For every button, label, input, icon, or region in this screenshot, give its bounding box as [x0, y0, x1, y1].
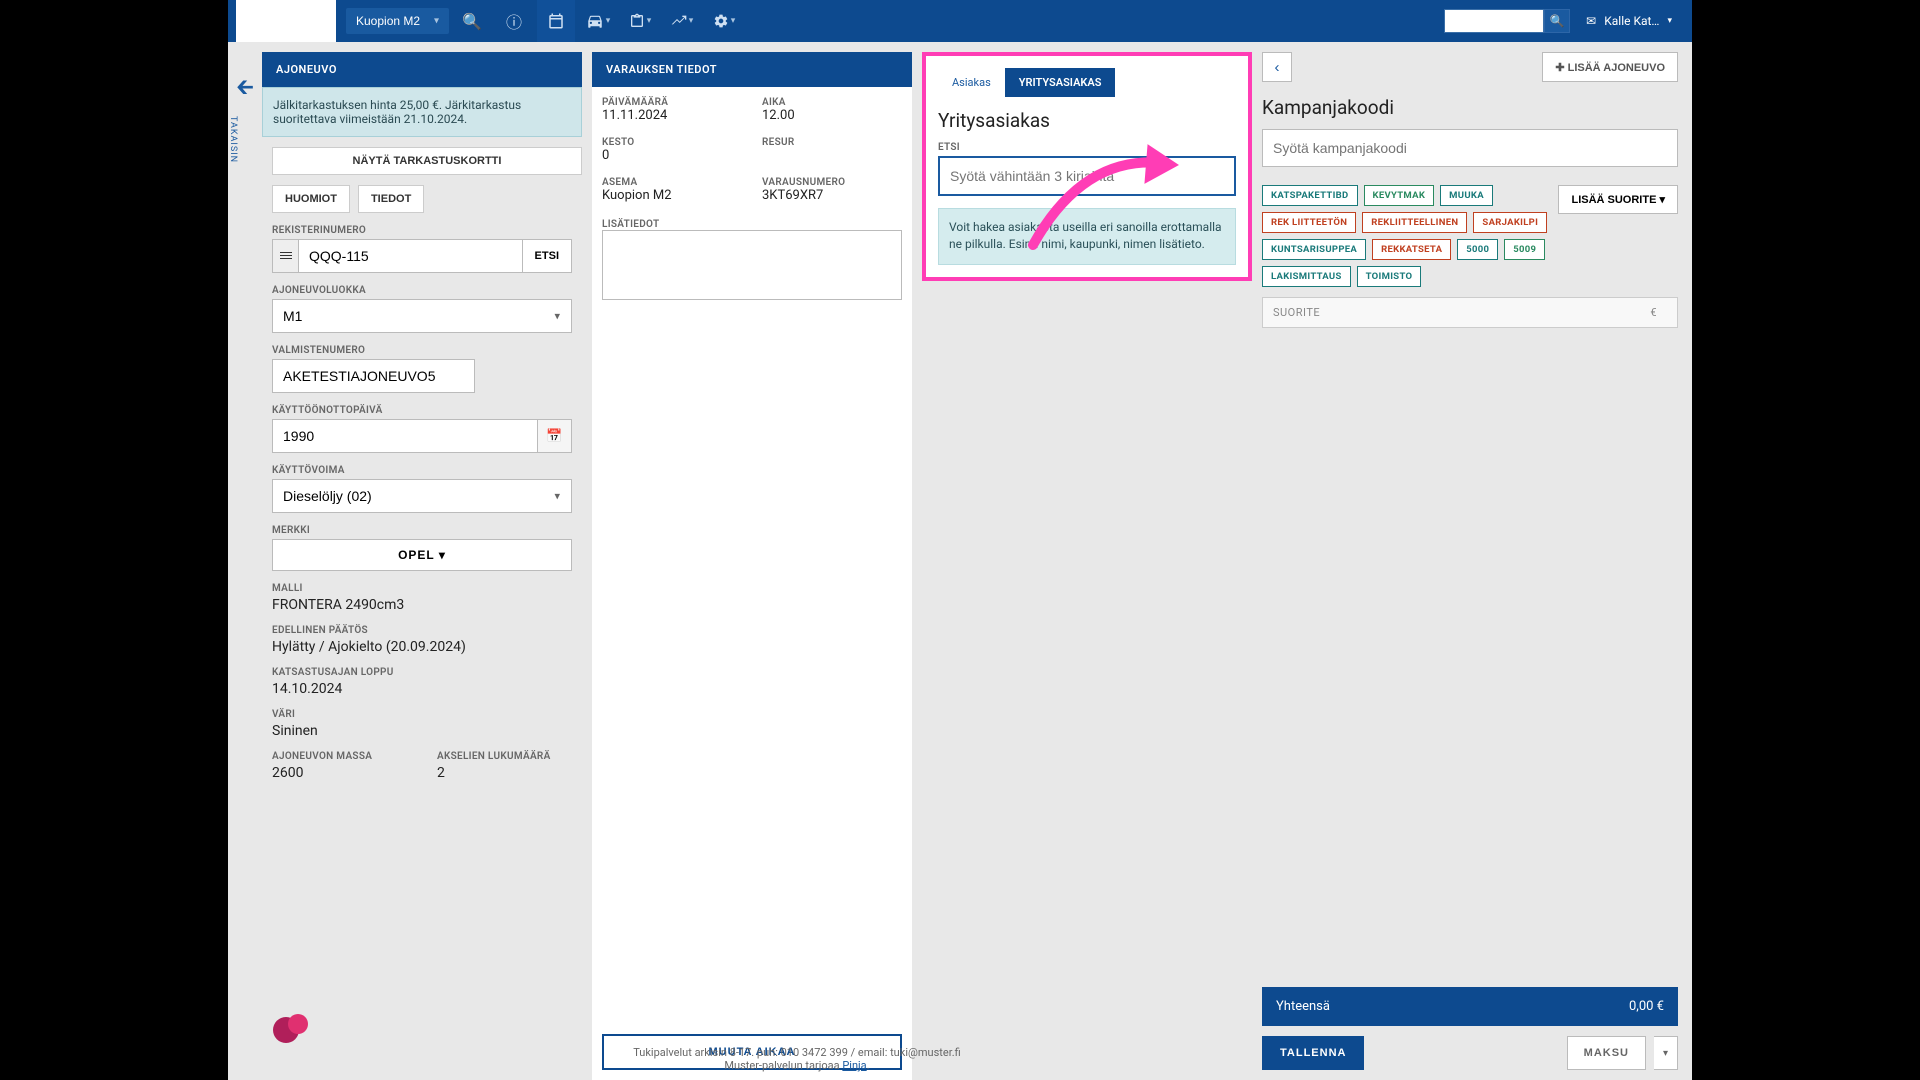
gear-icon[interactable] — [705, 0, 743, 42]
booking-tab: VARAUKSEN TIEDOT — [592, 52, 912, 87]
product-tag[interactable]: KUNTSARISUPPEA — [1262, 239, 1366, 260]
color-value: Sininen — [272, 723, 572, 739]
total-bar: Yhteensä 0,00 € — [1262, 987, 1678, 1026]
product-tag[interactable]: LAKISMITTAUS — [1262, 266, 1351, 287]
product-tags: KATSPAKETTIBD KEVYTMAKMUUKA REK LIITTEETÖN… — [1262, 185, 1550, 287]
product-tag[interactable]: 5000 — [1457, 239, 1498, 260]
inspection-end-value: 14.10.2024 — [272, 681, 572, 697]
vehicle-notice: Jälkitarkastuksen hinta 25,00 €. Järkita… — [262, 87, 582, 137]
customer-panel: Asiakas YRITYSASIAKAS Yritysasiakas ETSI… — [922, 52, 1252, 281]
footer: Tukipalvelut arkisin 8-17. puh: 010 3472… — [262, 1038, 1332, 1080]
calendar-picker-icon[interactable]: 📅 — [538, 419, 572, 453]
customer-search-hint: Voit hakea asiakasta useilla eri sanoill… — [938, 208, 1236, 265]
logo — [236, 0, 336, 42]
product-tag[interactable]: REKLIITTEELLINEN — [1362, 212, 1467, 233]
booking-number: 3KT69XR7 — [762, 188, 902, 203]
fuel-select[interactable]: Dieselöljy (02) — [272, 479, 572, 513]
chart-icon[interactable] — [663, 0, 701, 42]
payment-button[interactable]: MAKSU — [1567, 1036, 1646, 1070]
product-tag[interactable]: MUUKA — [1440, 185, 1493, 206]
pinja-link[interactable]: Pinja — [842, 1059, 866, 1072]
back-label: TAKAISIN — [228, 116, 238, 163]
topbar: Kuopion M2 🔍 ⓘ 🔍 ✉ Kalle Kat… ▾ — [228, 0, 1692, 42]
vin-input[interactable] — [272, 359, 475, 393]
tiedot-button[interactable]: TIEDOT — [358, 185, 424, 213]
info-icon[interactable]: ⓘ — [495, 0, 533, 42]
make-button[interactable]: OPEL ▾ — [272, 539, 572, 571]
product-tag[interactable]: 5009 — [1504, 239, 1545, 260]
search-icon[interactable]: 🔍 — [453, 0, 491, 42]
product-tag[interactable]: REKKATSETA — [1372, 239, 1451, 260]
product-tag[interactable]: TOIMISTO — [1357, 266, 1422, 287]
mass-value: 2600 — [272, 765, 407, 781]
campaign-input[interactable] — [1262, 129, 1678, 167]
commission-date-input[interactable] — [272, 419, 538, 453]
show-inspection-card-button[interactable]: NÄYTÄ TARKASTUSKORTTI — [272, 147, 582, 175]
mail-icon: ✉ — [1586, 14, 1596, 28]
top-search-button[interactable]: 🔍 — [1544, 9, 1570, 33]
location-select[interactable]: Kuopion M2 — [346, 8, 449, 34]
product-tag[interactable]: SARJAKILPI — [1473, 212, 1547, 233]
campaign-title: Kampanjakoodi — [1262, 96, 1678, 119]
calendar-icon[interactable] — [537, 0, 575, 42]
booking-date: 11.11.2024 — [602, 108, 742, 123]
customer-search-input[interactable] — [938, 156, 1236, 196]
booking-station: Kuopion M2 — [602, 188, 742, 203]
total-amount: 0,00 € — [1629, 999, 1664, 1014]
vehicle-class-select[interactable]: M1 — [272, 299, 572, 333]
add-product-button[interactable]: LISÄÄ SUORITE ▾ — [1558, 185, 1678, 214]
tab-company[interactable]: YRITYSASIAKAS — [1005, 68, 1116, 97]
tab-person[interactable]: Asiakas — [938, 68, 1005, 97]
right-back-button[interactable]: ‹ — [1262, 52, 1292, 82]
product-tag[interactable]: REK LIITTEETÖN — [1262, 212, 1356, 233]
customer-title: Yritysasiakas — [938, 109, 1236, 132]
booking-duration: 0 — [602, 148, 742, 163]
back-arrow[interactable]: 🡰 — [228, 70, 262, 108]
top-search-input[interactable] — [1444, 9, 1544, 33]
product-tag[interactable]: KEVYTMAK — [1364, 185, 1435, 206]
user-menu[interactable]: ✉ Kalle Kat… ▾ — [1574, 14, 1684, 28]
huomiot-button[interactable]: HUOMIOT — [272, 185, 350, 213]
car-icon[interactable] — [579, 0, 617, 42]
payment-dropdown-button[interactable]: ▾ — [1654, 1036, 1678, 1070]
model-value: FRONTERA 2490cm3 — [272, 597, 572, 613]
prev-decision-value: Hylätty / Ajokielto (20.09.2024) — [272, 639, 572, 655]
product-line: SUORITE € — [1262, 297, 1678, 328]
axles-value: 2 — [437, 765, 572, 781]
clipboard-icon[interactable] — [621, 0, 659, 42]
booking-time: 12.00 — [762, 108, 902, 123]
vehicle-tab: AJONEUVO — [262, 52, 582, 87]
registration-input[interactable] — [298, 239, 523, 273]
search-reg-button[interactable]: ETSI — [523, 239, 572, 273]
add-vehicle-button[interactable]: ✚ LISÄÄ AJONEUVO — [1542, 52, 1678, 82]
product-tag[interactable]: KATSPAKETTIBD — [1262, 185, 1358, 206]
booking-notes-textarea[interactable] — [602, 230, 902, 300]
barcode-icon — [272, 239, 298, 273]
